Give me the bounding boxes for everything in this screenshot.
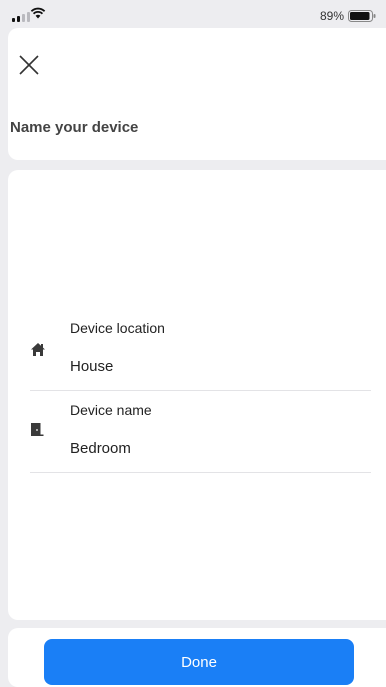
device-location-value[interactable]: House [70,358,113,375]
page-title: Name your device [10,119,139,136]
divider [30,472,371,473]
device-form-card: Device location House Device name Bedroo… [8,170,386,620]
header-card: Name your device [8,28,386,160]
device-location-field[interactable]: Device location House [30,318,370,390]
divider [30,390,371,391]
footer-card: Done [8,628,386,687]
wifi-icon [30,7,46,19]
house-icon [31,343,45,356]
battery-icon [348,10,376,22]
cellular-signal-icon [12,12,30,22]
device-name-field[interactable]: Device name Bedroom [30,400,370,472]
door-icon [31,423,44,436]
device-name-value[interactable]: Bedroom [70,440,131,457]
close-icon [19,55,39,75]
battery-percentage: 89% [319,9,344,23]
device-location-label: Device location [70,320,165,336]
close-button[interactable] [16,52,44,80]
status-bar: 89% [0,0,386,28]
device-name-label: Device name [70,402,152,418]
done-button[interactable]: Done [44,639,354,685]
